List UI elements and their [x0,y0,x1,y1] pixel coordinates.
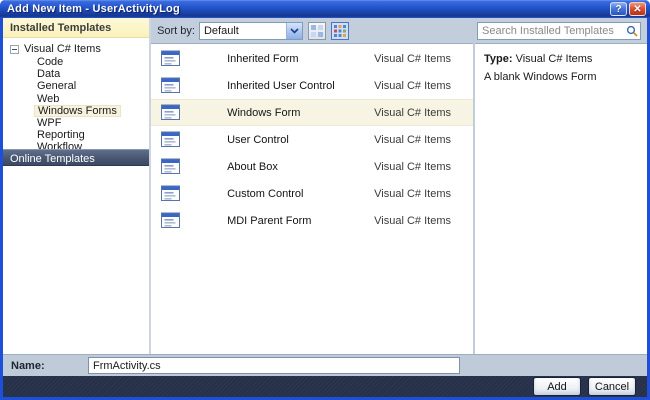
sidebar-item-windows-forms[interactable]: Windows Forms [3,104,149,117]
search-row [475,18,647,44]
template-list-panel: Sort by: Default Inherited Form Visual C… [151,18,475,354]
footer-bar: Add Cancel [3,376,647,397]
templates-sidebar: Installed Templates Visual C# Items Code… [3,18,152,354]
type-label: Type: [484,53,513,65]
tree-children: Code Data General Web Windows Forms WPF … [3,56,149,154]
type-value: Visual C# Items [515,53,593,65]
template-row-user-control[interactable]: User Control Visual C# Items [151,126,473,153]
help-button[interactable]: ? [610,2,627,16]
template-category-tree: Visual C# Items Code Data General Web Wi… [3,38,149,154]
search-input[interactable] [478,25,624,37]
dialog-title: Add New Item - UserActivityLog [7,3,180,15]
template-row-about-box[interactable]: About Box Visual C# Items [151,153,473,180]
form-template-icon [159,185,183,202]
form-template-icon [159,50,183,67]
chevron-down-icon[interactable] [285,22,302,39]
template-row-inherited-user-control[interactable]: Inherited User Control Visual C# Items [151,72,473,99]
tree-root-label: Visual C# Items [24,43,101,55]
close-button[interactable]: ✕ [629,2,646,16]
sidebar-item-wpf[interactable]: WPF [3,117,149,129]
medium-icons-view-button[interactable] [330,21,349,40]
template-row-custom-control[interactable]: Custom Control Visual C# Items [151,180,473,207]
dialog-body: Installed Templates Visual C# Items Code… [3,18,647,354]
tree-node-visual-csharp-items[interactable]: Visual C# Items [3,42,149,56]
form-template-icon [159,104,183,121]
name-label: Name: [11,359,45,372]
sort-by-dropdown[interactable]: Default [198,21,303,40]
add-button[interactable]: Add [533,377,581,396]
sidebar-item-code[interactable]: Code [3,56,149,68]
form-template-icon [159,131,183,148]
small-icons-view-button[interactable] [307,21,326,40]
dialog-titlebar[interactable]: Add New Item - UserActivityLog ? ✕ [0,0,650,18]
sidebar-item-reporting[interactable]: Reporting [3,129,149,141]
sort-by-label: Sort by: [157,24,195,37]
template-row-mdi-parent-form[interactable]: MDI Parent Form Visual C# Items [151,207,473,234]
form-template-icon [159,158,183,175]
name-row: Name: [3,354,647,376]
sidebar-item-data[interactable]: Data [3,68,149,80]
magnifier-icon[interactable] [624,25,640,37]
template-details: Type: Visual C# Items A blank Windows Fo… [475,44,647,83]
medium-icons-view-icon [333,24,346,37]
sort-toolbar: Sort by: Default [151,18,473,44]
type-line: Type: Visual C# Items [484,53,639,65]
add-new-item-dialog: Add New Item - UserActivityLog ? ✕ Insta… [0,0,650,400]
template-row-windows-form[interactable]: Windows Form Visual C# Items [151,99,473,126]
details-panel: Type: Visual C# Items A blank Windows Fo… [475,18,647,354]
installed-templates-header: Installed Templates [3,18,150,38]
sidebar-item-web[interactable]: Web [3,93,149,105]
sort-by-value: Default [203,24,239,37]
template-list: Inherited Form Visual C# Items Inherited… [151,45,473,354]
sidebar-item-general[interactable]: General [3,80,149,92]
small-icons-view-icon [310,24,323,37]
template-description: A blank Windows Form [484,71,597,83]
cancel-button[interactable]: Cancel [588,377,636,396]
form-template-icon [159,77,183,94]
search-box [477,22,641,40]
form-template-icon [159,212,183,229]
collapse-minus-icon[interactable] [10,44,19,54]
template-row-inherited-form[interactable]: Inherited Form Visual C# Items [151,45,473,72]
name-input[interactable] [88,357,460,374]
online-templates-header[interactable]: Online Templates [3,149,150,166]
